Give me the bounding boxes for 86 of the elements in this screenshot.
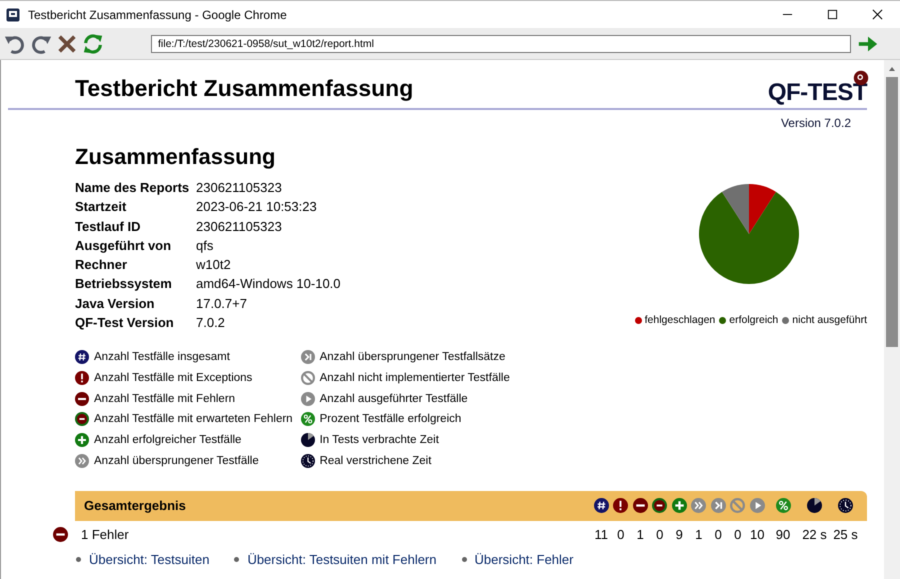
field-value: amd64-Windows 10-10.0 (196, 276, 341, 293)
legend-text: Anzahl Testfälle insgesamt (94, 351, 230, 364)
field-value: w10t2 (196, 257, 232, 274)
field-label: Testlauf ID (75, 218, 142, 235)
field-value: 230621105323 (196, 218, 283, 235)
app-icon (6, 8, 20, 22)
play-icon (300, 392, 315, 406)
legend-text: Real verstrichene Zeit (320, 454, 432, 467)
refresh-icon[interactable] (82, 32, 104, 54)
plus-icon (75, 433, 89, 448)
minus-icon (652, 498, 668, 514)
logo: QF-TEST (768, 80, 867, 106)
percent-icon (776, 498, 790, 514)
close-icon[interactable] (872, 9, 883, 20)
stat-value: 10 (750, 526, 764, 542)
prohibited-icon (730, 498, 746, 514)
exclamation-icon (75, 371, 89, 386)
link[interactable]: Übersicht: Fehler (474, 552, 574, 567)
field-value: 17.0.7+7 (196, 296, 248, 312)
legend-text: Prozent Testfälle erfolgreich (320, 413, 462, 426)
legend-text: Anzahl nicht implementierter Testfälle (320, 372, 510, 384)
legend-label: nicht ausgeführt (792, 314, 867, 326)
scrollbar[interactable] (884, 60, 900, 579)
stat-value: 1 (695, 526, 702, 542)
skip-icon (710, 498, 726, 514)
link[interactable]: Übersicht: Testsuiten (89, 552, 210, 567)
pie-icon (300, 433, 315, 448)
report-title: Testbericht Zusammenfassung (75, 75, 414, 102)
stat-value: 0 (714, 526, 722, 542)
stat-value: 0 (656, 526, 664, 542)
pie-icon (807, 498, 822, 514)
minus-icon (75, 392, 89, 406)
legend-text: Anzahl Testfälle mit Exceptions (94, 372, 252, 384)
legend-text: Anzahl Testfälle mit Fehlern (94, 392, 236, 405)
legend-text: Anzahl übersprungener Testfälle (94, 454, 259, 467)
minus-icon (53, 526, 68, 542)
double-chevron-icon (75, 454, 89, 468)
window-title: Testbericht Zusammenfassung - Google Chrome (28, 8, 287, 22)
hash-icon (594, 498, 609, 514)
field-value: 230621105323 (196, 180, 283, 196)
stat-value: 22 s (802, 526, 827, 542)
address-field[interactable]: file:/T:/test/230621-0958/sut_w10t2/report.html (151, 34, 851, 52)
stat-value: 90 (776, 526, 790, 542)
stat-value: 11 (594, 526, 608, 542)
clock-icon (838, 498, 853, 514)
percent-icon (300, 412, 315, 426)
result-status: 1 Fehler (81, 526, 129, 542)
hash-icon (75, 350, 89, 364)
stat-value: 9 (676, 526, 683, 542)
plus-icon (672, 498, 687, 514)
field-label: Betriebssystem (75, 276, 173, 293)
section-heading: Zusammenfassung (75, 144, 276, 170)
link[interactable]: Übersicht: Testsuiten mit Fehlern (247, 552, 436, 567)
double-chevron-icon (691, 498, 706, 514)
skip-icon (300, 350, 315, 364)
stop-icon[interactable] (56, 32, 78, 54)
scroll-thumb[interactable] (886, 77, 898, 347)
stat-value: 0 (617, 526, 624, 542)
field-value: 7.0.2 (196, 315, 226, 332)
play-icon (750, 498, 765, 514)
stat-value: 25 s (833, 526, 858, 542)
version-label: Version 7.0.2 (780, 116, 851, 130)
stat-value: 1 (636, 526, 644, 542)
field-value: 2023-06-21 10:53:23 (196, 199, 318, 216)
legend-text: Anzahl übersprungener Testfallsätze (320, 351, 506, 364)
minus-icon (632, 498, 648, 514)
result-title: Gesamtergebnis (84, 498, 186, 514)
field-value: qfs (196, 238, 214, 254)
field-label: Java Version (75, 296, 156, 312)
field-label: Ausgeführt von (75, 238, 172, 254)
clock-icon (300, 454, 315, 468)
maximize-icon[interactable] (827, 9, 838, 20)
legend-label: erfolgreich (729, 314, 778, 326)
minus-icon (75, 412, 89, 426)
legend-text: Anzahl ausgeführter Testfälle (320, 392, 468, 405)
legend-label: fehlgeschlagen (644, 314, 716, 326)
field-label: Name des Reports (75, 180, 190, 196)
prohibited-icon (300, 371, 315, 386)
legend-text: Anzahl Testfälle mit erwarteten Fehlern (94, 413, 293, 426)
exclamation-icon (613, 498, 628, 514)
stat-value: 0 (734, 526, 742, 542)
legend-text: In Tests verbrachte Zeit (320, 434, 439, 446)
legend-text: Anzahl erfolgreicher Testfälle (94, 434, 242, 446)
field-label: QF-Test Version (75, 315, 175, 332)
field-label: Rechner (75, 257, 128, 274)
field-label: Startzeit (75, 199, 128, 216)
